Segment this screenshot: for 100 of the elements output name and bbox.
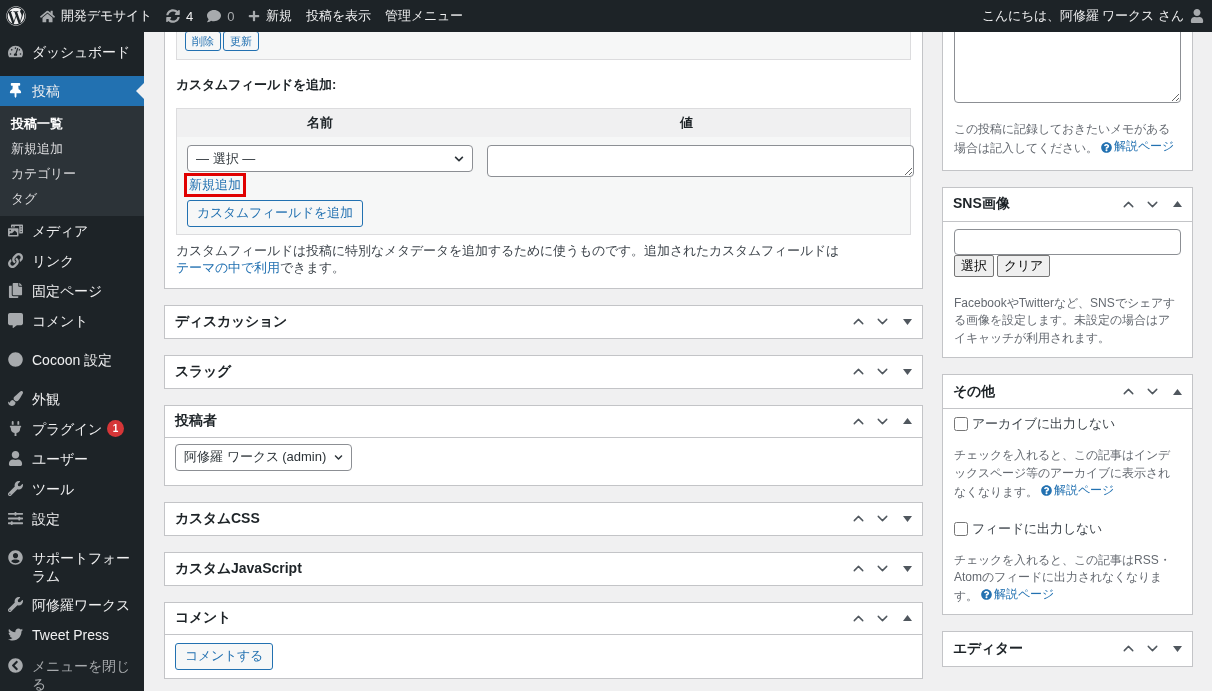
author-select[interactable]: 阿修羅 ワークス (admin) [175,443,352,471]
help-link[interactable]: 解説ページ [1041,481,1115,500]
menu-item[interactable]: メディア [0,216,144,246]
pin-icon [8,83,23,98]
help-icon [1041,485,1053,497]
triangle-up-icon[interactable] [1173,201,1182,208]
comments-link[interactable]: 0 [207,8,235,24]
media-icon [8,223,23,238]
help-link[interactable]: 解説ページ [981,586,1055,604]
comment-icon [8,313,23,328]
triangle-up-icon[interactable] [903,615,912,622]
menu-item[interactable]: ユーザー [0,444,144,474]
submenu-item[interactable]: カテゴリー [0,161,144,186]
checkbox-label: アーカイブに出力しない [972,415,1115,434]
menu-item[interactable]: ツール [0,474,144,504]
collapse-menu-button[interactable]: メニューを閉じる [0,651,144,691]
checkbox[interactable] [954,521,968,536]
memo-field[interactable] [954,32,1181,103]
updates-link[interactable]: 4 [166,8,194,24]
option-help-text: チェックを入れると、この記事はRSS・Atomのフィードに出力されなくなります。 解説ページ [954,551,1172,606]
submenu-item[interactable]: タグ [0,186,144,211]
bird-icon [8,627,23,642]
image-button[interactable]: 選択 [954,254,994,277]
site-name-link[interactable]: 開発デモサイト [40,7,152,25]
postbox-title: SNS画像 [953,195,1011,214]
plug-icon [8,421,23,436]
menu-item[interactable]: 阿修羅ワークス [0,590,144,620]
triangle-down-icon[interactable] [903,368,912,375]
circle-icon [8,352,23,367]
column-header: 値 [678,114,694,133]
menu-item[interactable]: 外観 [0,384,144,414]
menu-item[interactable]: 固定ページ [0,276,144,306]
menu-item[interactable]: プラグイン 1 [0,414,144,444]
custom-fields-note: カスタムフィールドは投稿に特別なメタデータを追加するために使うものです。追加されたカスタムフィールドは テーマの中で利用できます。 [176,242,840,278]
collapse-icon [8,658,23,673]
triangle-down-icon[interactable] [1173,645,1182,652]
menu-item[interactable]: ダッシュボード [0,37,144,67]
image-url-field[interactable] [954,228,1181,255]
view-post-link[interactable]: 投稿を表示 [306,7,372,25]
postbox-title: 投稿者 [175,412,218,431]
postbox-title: ディスカッション [175,312,288,331]
menu-item[interactable]: 投稿 [0,76,144,106]
help-icon [1101,141,1113,153]
link-icon [8,253,23,268]
menu-item[interactable]: Tweet Press [0,620,144,650]
memo-help-text: この投稿に記録しておきたいメモがある場合は記入してください。 解説ページ [954,121,1176,158]
triangle-up-icon[interactable] [1173,388,1182,395]
checkbox[interactable] [954,417,968,432]
field-button[interactable]: 更新 [223,32,259,52]
field-value-field[interactable] [487,145,914,178]
triangle-down-icon[interactable] [903,515,912,522]
postbox-title: コメント [175,609,232,628]
help-link[interactable]: 解説ページ [1101,138,1175,156]
triangle-up-icon[interactable] [903,418,912,425]
column-header: 名前 [306,114,334,133]
help-icon [981,589,993,601]
brush-icon [8,391,23,406]
wrench-icon [8,481,23,496]
new-field-link[interactable]: 新規追加 [184,173,246,197]
option-help-text: チェックを入れると、この記事はインデックスページ等のアーカイブに表示されなくなります。 解説ページ [954,447,1171,502]
menu-item[interactable]: 設定 [0,504,144,534]
postbox-title: スラッグ [175,362,233,381]
comment-icon [207,9,222,23]
sliders-icon [8,511,23,526]
wordpress-logo-icon [6,6,26,26]
avatar-icon [1190,9,1204,23]
menu-item[interactable]: リンク [0,246,144,276]
postbox-title: カスタムJavaScript [175,559,303,578]
wrench-icon [8,597,23,612]
plus-icon [248,10,261,22]
triangle-down-icon[interactable] [903,318,912,325]
postbox-title: カスタムCSS [175,509,261,528]
update-count-badge: 1 [107,420,124,437]
submenu-item[interactable]: 投稿一覧 [0,111,144,136]
checkbox-label: フィードに出力しない [972,519,1102,538]
home-icon [40,8,55,24]
gauge-icon [8,44,23,59]
submenu-item[interactable]: 新規追加 [0,136,144,161]
greeting-link[interactable]: こんにちは、阿修羅 ワークス さん [981,7,1184,25]
image-button[interactable]: クリア [997,254,1050,277]
postbox-title: その他 [953,382,996,401]
menu-item[interactable]: Cocoon 設定 [0,345,144,375]
image-help-text: FacebookやTwitterなど、SNSでシェアする画像を設定します。未設定の場合はアイキャッチが利用されます。 [954,294,1176,347]
postbox-title: エディター [953,639,1024,658]
user-icon [8,451,23,466]
add-custom-field-button[interactable]: カスタムフィールドを追加 [187,199,363,227]
chevron-down-icon [454,153,464,164]
chevron-down-icon [334,452,343,462]
pages-icon [8,283,23,298]
add-comment-button[interactable]: コメントする [175,642,273,670]
admin-menu-link[interactable]: 管理メニュー [385,7,464,25]
add-field-heading: カスタムフィールドを追加: [176,76,338,95]
triangle-down-icon[interactable] [903,565,912,572]
menu-item[interactable]: コメント [0,306,144,336]
theme-link[interactable]: テーマの中で利用 [176,261,280,276]
new-link[interactable]: 新規 [248,7,293,25]
field-button[interactable]: 削除 [185,32,221,52]
field-name-select[interactable]: — 選択 — [187,145,473,173]
sync-icon [166,9,180,23]
menu-item[interactable]: サポートフォーラム [0,543,144,590]
